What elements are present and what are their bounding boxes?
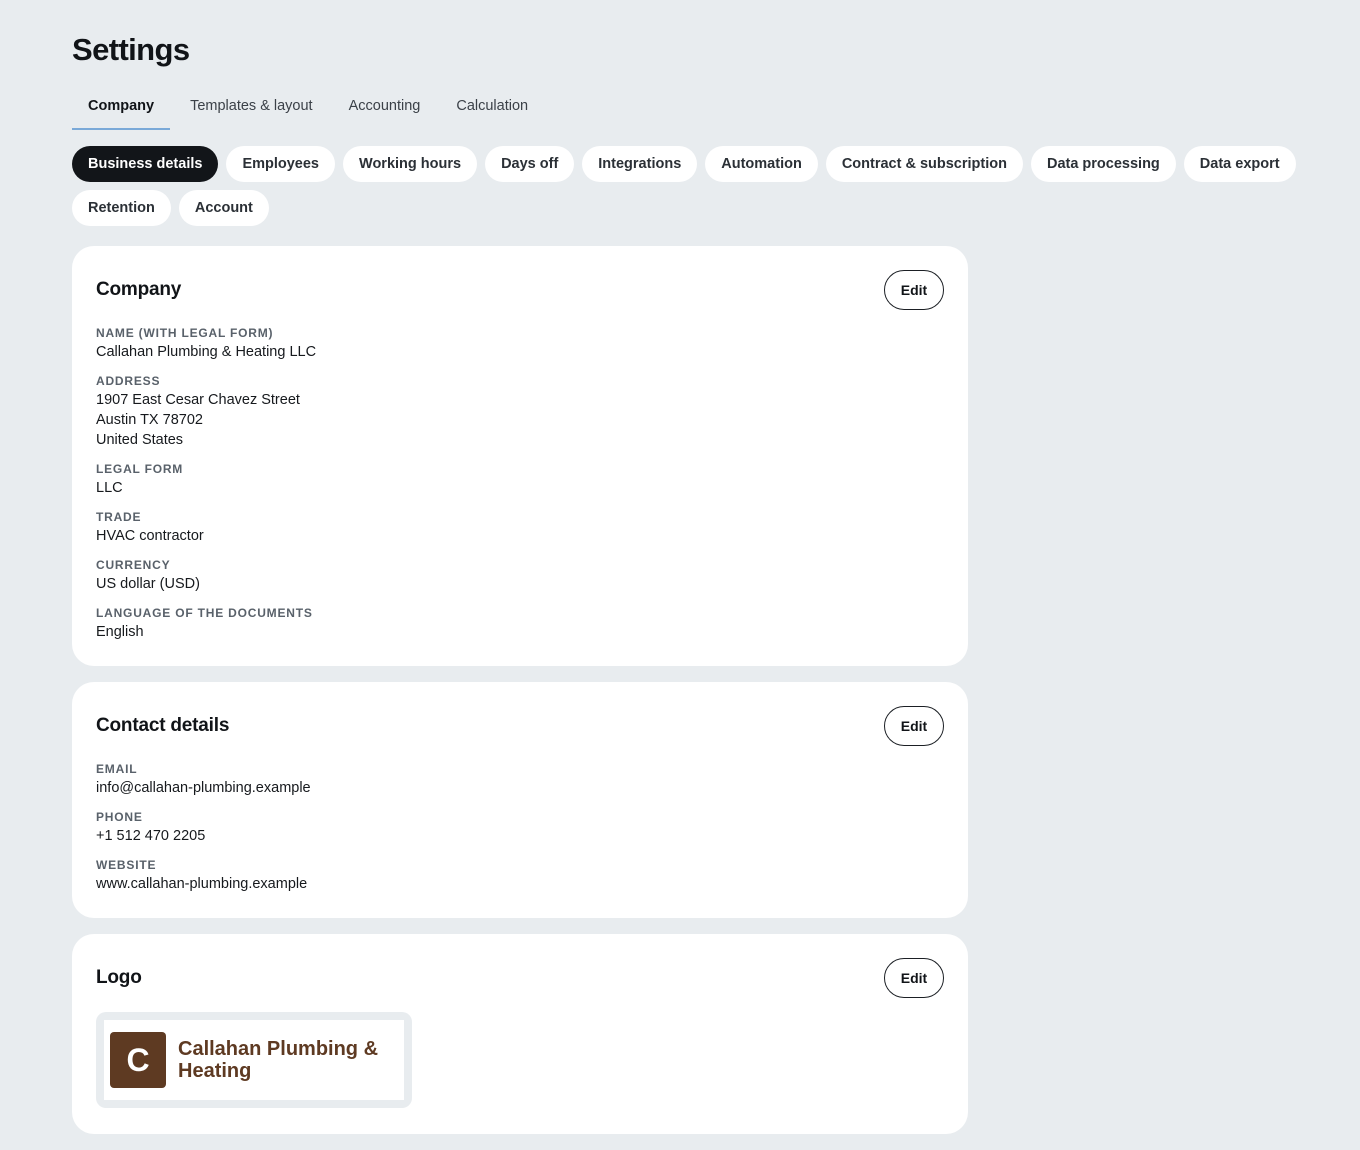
field-label: Phone: [96, 810, 143, 824]
logo-edit-button[interactable]: Edit: [884, 958, 944, 998]
field-trade: Trade HVAC contractor: [96, 508, 944, 546]
company-card-header: Company Edit: [96, 270, 944, 310]
company-card-title: Company: [96, 279, 182, 300]
logo-card-title: Logo: [96, 967, 142, 988]
field-value: Callahan Plumbing & Heating LLC: [96, 344, 317, 360]
logo-card-header: Logo Edit: [96, 958, 944, 998]
address-line-2: Austin TX 78702: [96, 412, 203, 428]
field-label: Email: [96, 762, 138, 776]
subnav-employees[interactable]: Employees: [226, 146, 336, 182]
field-label: Address: [96, 374, 161, 388]
section-subnav: Business details Employees Working hours…: [72, 146, 1302, 226]
field-value: www.callahan-plumbing.example: [96, 876, 308, 892]
tab-calculation[interactable]: Calculation: [440, 84, 544, 130]
contact-card-title: Contact details: [96, 715, 230, 736]
subnav-automation[interactable]: Automation: [705, 146, 818, 182]
field-value: info@callahan-plumbing.example: [96, 780, 311, 796]
subnav-account[interactable]: Account: [178, 190, 269, 226]
field-address: Address 1907 East Cesar Chavez Street Au…: [96, 372, 944, 450]
subnav-contract-subscription[interactable]: Contract & subscription: [825, 146, 1023, 182]
contact-card-header: Contact details Edit: [96, 706, 944, 746]
field-website: Website www.callahan-plumbing.example: [96, 856, 944, 894]
field-label: Trade: [96, 510, 142, 524]
field-label: Currency: [96, 558, 171, 572]
subnav-retention[interactable]: Retention: [72, 190, 171, 226]
subnav-integrations[interactable]: Integrations: [582, 146, 698, 182]
subnav-data-export[interactable]: Data export: [1183, 146, 1296, 182]
field-value: English: [96, 624, 144, 640]
field-document-language: Language of the documents English: [96, 604, 944, 642]
tab-company[interactable]: Company: [72, 84, 171, 130]
field-email: Email info@callahan-plumbing.example: [96, 760, 944, 798]
field-currency: Currency US dollar (USD): [96, 556, 944, 594]
field-label: Legal form: [96, 462, 184, 476]
field-value: LLC: [96, 480, 123, 496]
field-label: Name (with legal form): [96, 326, 274, 340]
field-label: Language of the documents: [96, 606, 313, 620]
field-value: HVAC contractor: [96, 528, 204, 544]
subnav-data-processing[interactable]: Data processing: [1030, 146, 1176, 182]
field-value: US dollar (USD): [96, 576, 200, 592]
subnav-working-hours[interactable]: Working hours: [343, 146, 478, 182]
company-edit-button[interactable]: Edit: [884, 270, 944, 310]
contact-card: Contact details Edit Email info@callahan…: [72, 682, 968, 918]
settings-tabs: Company Templates & layout Accounting Ca…: [72, 84, 548, 130]
tab-accounting[interactable]: Accounting: [333, 84, 437, 130]
logo-preview: C Callahan Plumbing & Heating: [96, 1012, 412, 1108]
address-line-1: 1907 East Cesar Chavez Street: [96, 392, 300, 408]
field-value: +1 512 470 2205: [96, 828, 206, 844]
subnav-days-off[interactable]: Days off: [485, 146, 575, 182]
logo-mark: C: [110, 1032, 166, 1088]
tab-templates-layout[interactable]: Templates & layout: [174, 84, 329, 130]
contact-edit-button[interactable]: Edit: [884, 706, 944, 746]
address-line-3: United States: [96, 432, 184, 448]
page-title: Settings: [72, 32, 190, 67]
subnav-business-details[interactable]: Business details: [72, 146, 219, 182]
company-card: Company Edit Name (with legal form) Call…: [72, 246, 968, 666]
field-phone: Phone +1 512 470 2205: [96, 808, 944, 846]
field-legal-form: Legal form LLC: [96, 460, 944, 498]
logo-image: C Callahan Plumbing & Heating: [104, 1020, 404, 1100]
logo-card: Logo Edit C Callahan Plumbing & Heating: [72, 934, 968, 1134]
field-label: Website: [96, 858, 157, 872]
field-company-name: Name (with legal form) Callahan Plumbing…: [96, 324, 944, 362]
logo-company-name: Callahan Plumbing & Heating: [178, 1038, 379, 1082]
